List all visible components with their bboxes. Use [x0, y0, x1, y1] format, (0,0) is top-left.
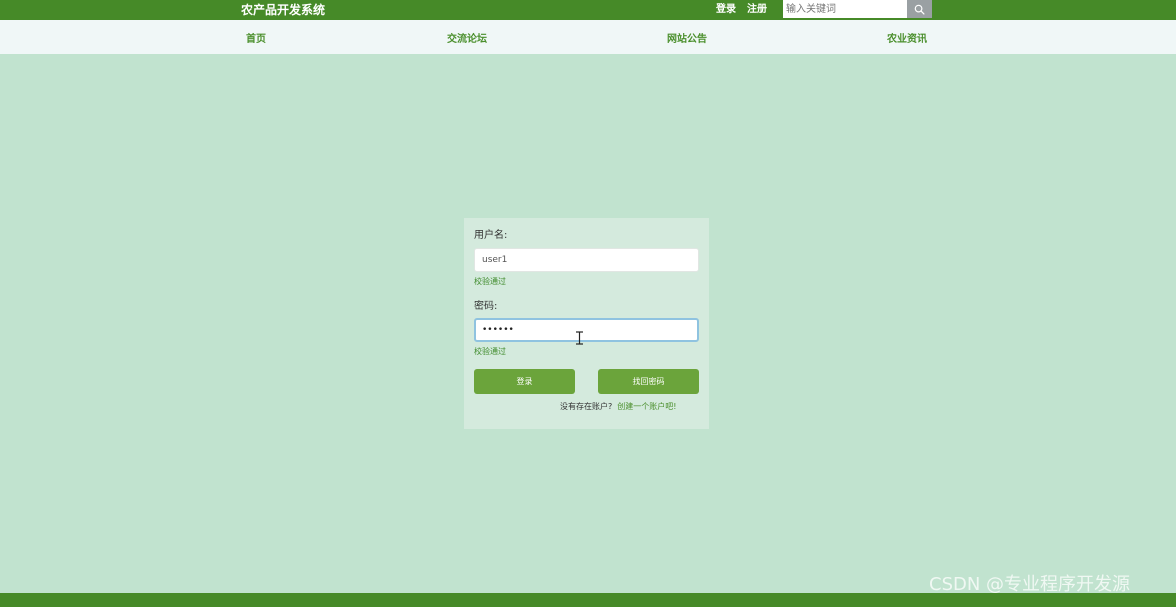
login-link[interactable]: 登录	[716, 3, 736, 17]
main-navigation: 首页 交流论坛 网站公告 农业资讯	[0, 20, 1176, 54]
search-button[interactable]	[907, 0, 932, 18]
magnifier-icon	[914, 4, 925, 15]
signup-prompt: 没有存在账户?	[560, 402, 613, 411]
text-cursor-icon	[576, 331, 583, 345]
site-title: 农产品开发系统	[241, 3, 326, 17]
username-validation-message: 校验通过	[474, 277, 506, 286]
username-input[interactable]	[474, 248, 699, 272]
register-link[interactable]: 注册	[747, 3, 767, 17]
username-label: 用户名:	[474, 230, 508, 241]
create-account-link[interactable]: 创建一个账户吧!	[617, 402, 676, 411]
nav-item-forum[interactable]: 交流论坛	[447, 33, 487, 47]
login-button[interactable]: 登录	[474, 369, 575, 394]
password-validation-message: 校验通过	[474, 347, 506, 356]
top-header-bar: 农产品开发系统 登录 注册	[0, 0, 1176, 20]
password-input[interactable]	[474, 318, 699, 342]
nav-item-home[interactable]: 首页	[246, 33, 266, 47]
search-input[interactable]	[783, 0, 907, 18]
watermark: CSDN @专业程序开发源	[929, 574, 1131, 595]
recover-password-button[interactable]: 找回密码	[598, 369, 699, 394]
nav-item-agri-news[interactable]: 农业资讯	[887, 33, 927, 47]
login-form: 用户名: 校验通过 密码: 校验通过 登录 找回密码 没有存在账户? 创建一个账户…	[464, 218, 709, 429]
password-label: 密码:	[474, 301, 498, 312]
signup-row: 没有存在账户? 创建一个账户吧!	[560, 401, 676, 413]
nav-item-announcements[interactable]: 网站公告	[667, 33, 707, 47]
